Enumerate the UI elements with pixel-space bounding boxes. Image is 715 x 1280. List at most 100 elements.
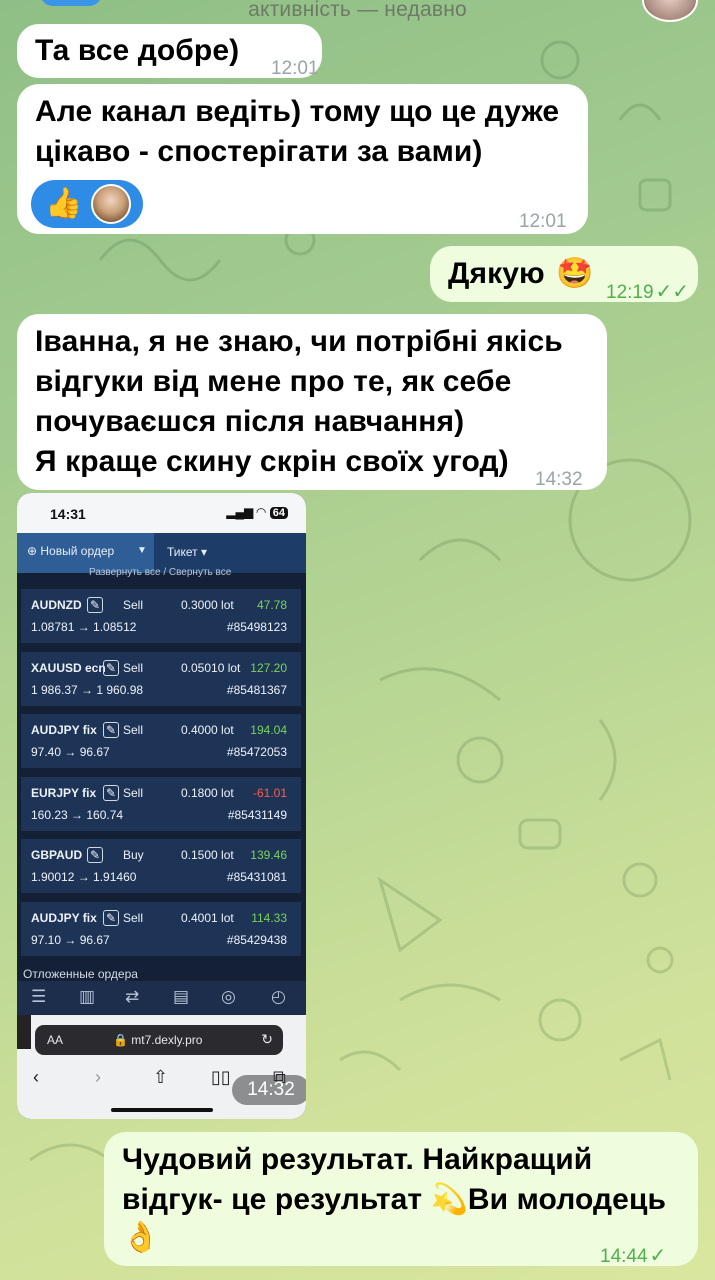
message-text-line: Але канал ведіть) тому що це дуже [35, 95, 560, 128]
home-indicator [111, 1108, 213, 1112]
list-icon[interactable]: ☰ [31, 987, 46, 1007]
profile-icon[interactable]: ◎ [221, 987, 236, 1007]
orders-list: Развернуть все / Свернуть все AUDNZD ✎ Sel… [17, 567, 306, 981]
chat-header: активність — недавно [0, 0, 715, 26]
ticket-dropdown[interactable]: Тикет ▾ [167, 545, 207, 559]
order-price: 1 986.37 → 1 960.98 [31, 682, 144, 697]
order-ticket: #85429438 [226, 932, 287, 947]
battery-level: 64 [269, 507, 288, 519]
order-side: Sell [123, 598, 144, 612]
message-outgoing[interactable]: Чудовий результат. Найкращий відгук- це … [104, 1132, 698, 1267]
image-message[interactable]: 14:31 ▂▄▆ ◠ 64 ⊕ Новый ордер ▼ Тикет ▾ Ра… [17, 493, 306, 1119]
order-side: Sell [123, 723, 144, 737]
order-pnl: -61.01 [252, 785, 287, 800]
message-time: 12:19 ✓✓ [606, 272, 689, 313]
edit-icon[interactable]: ✎ [103, 659, 120, 676]
order-symbol: AUDJPY fix [31, 723, 97, 737]
order-price: 97.40 → 96.67 [31, 745, 110, 759]
order-symbol: EURJPY fix [31, 785, 97, 800]
order-price: 1.08781 → 1.08512 [31, 620, 137, 634]
order-lot: 0.05010 lot [181, 660, 241, 675]
message-time-value: 14:44 [600, 1246, 648, 1267]
message-text: Дякую [448, 257, 545, 290]
order-symbol: AUDJPY fix [31, 910, 97, 925]
order-row[interactable]: AUDJPY fix ✎ Sell 0.4001 lot 114.33 97.10 → 9… [21, 901, 301, 956]
phone-clock: 14:31 [50, 506, 86, 522]
url-bar[interactable]: AA 🔒 mt7.dexly.pro ↻ [35, 1025, 283, 1055]
order-row[interactable]: EURJPY fix ✎ Sell 0.1800 lot -61.01 160.23 → … [21, 776, 301, 831]
message-time: 14:32 [535, 469, 583, 490]
url-bar-edge [17, 1015, 31, 1049]
order-ticket: #85472053 [226, 745, 287, 759]
message-text-segment: Ви молодець [467, 1183, 667, 1216]
order-symbol: GBPAUD [31, 848, 83, 862]
message-outgoing[interactable]: Дякую 🤩 12:19 ✓✓ [430, 246, 698, 303]
order-ticket: #85498123 [226, 620, 287, 634]
text-size-button[interactable]: AA [47, 1033, 63, 1047]
message-text-line: відгук- це результат 💫Ви молодець [122, 1180, 666, 1220]
order-row[interactable]: AUDNZD ✎ Sell 0.3000 lot 47.78 1.08781 → 1.08… [21, 589, 301, 643]
message-time-value: 12:19 [606, 282, 654, 303]
message-text-line: Чудовий результат. Найкращий [122, 1143, 593, 1176]
wallet-icon[interactable]: ▤ [173, 987, 189, 1007]
gauge-icon[interactable]: ◴ [271, 987, 286, 1007]
chart-icon[interactable]: ▥ [79, 987, 95, 1007]
order-ticket: #85481367 [226, 682, 287, 697]
trading-bottom-nav: ☰ ▥ ⇄ ▤ ◎ ◴ [17, 981, 306, 1015]
message-incoming[interactable]: Та все добре) 12:01 [17, 24, 322, 79]
message-time: 12:01 [271, 58, 319, 79]
url-value: mt7.dexly.pro [131, 1033, 203, 1047]
forward-icon[interactable]: › [95, 1067, 101, 1088]
edit-icon[interactable]: ✎ [87, 597, 104, 613]
contact-status: активність — недавно [248, 0, 467, 21]
ticket-label: Тикет [167, 545, 198, 559]
new-order-label: Новый ордер [40, 544, 115, 558]
order-symbol: XAUUSD ecn [31, 660, 106, 675]
order-lot: 0.1500 lot [181, 848, 234, 862]
order-side: Sell [123, 910, 144, 925]
reload-icon[interactable]: ↻ [261, 1031, 273, 1048]
order-ticket: #85431081 [226, 870, 287, 884]
order-ticket: #85431149 [227, 807, 287, 822]
expand-collapse-link[interactable]: Развернуть все / Свернуть все [89, 567, 231, 578]
order-lot: 0.4000 lot [181, 723, 234, 737]
chevron-down-icon[interactable]: ▼ [137, 545, 147, 556]
message-time: 12:01 [519, 211, 567, 232]
message-text: Та все добре) [35, 34, 240, 67]
reaction-pill[interactable]: 👍 [31, 180, 143, 228]
order-pnl: 127.20 [250, 660, 287, 675]
pending-orders-label: Отложенные ордера [23, 967, 138, 981]
order-price: 97.10 → 96.67 [31, 932, 110, 947]
order-row[interactable]: GBPAUD ✎ Buy 0.1500 lot 139.46 1.90012 → 1.91… [21, 839, 301, 893]
bookmarks-icon[interactable]: ▯▯ [211, 1067, 231, 1088]
message-text-line: почуваєшся після навчання) [35, 405, 465, 438]
order-pnl: 139.46 [250, 848, 287, 862]
order-pnl: 194.04 [250, 723, 287, 737]
double-check-icon: ✓✓ [655, 281, 690, 303]
ok-hand-emoji-icon: 👌 [122, 1221, 160, 1254]
order-lot: 0.4001 lot [181, 910, 234, 925]
message-text-line: відгуки від мене про те, як себе [35, 365, 512, 398]
edit-icon[interactable]: ✎ [103, 722, 120, 738]
order-lot: 0.1800 lot [181, 785, 234, 800]
order-side: Sell [123, 660, 144, 675]
thumbs-up-icon: 👍 [45, 187, 83, 220]
order-price: 1.90012 → 1.91460 [31, 870, 137, 884]
edit-icon[interactable]: ✎ [103, 784, 120, 801]
back-icon[interactable]: ‹ [33, 1067, 39, 1088]
message-text-line: Іванна, я не знаю, чи потрібні якісь [35, 325, 563, 358]
message-incoming[interactable]: Іванна, я не знаю, чи потрібні якісь від… [17, 314, 607, 490]
message-text-segment: відгук- це результат [122, 1183, 423, 1216]
currency-exchange-icon[interactable]: ⇄ [125, 987, 139, 1007]
order-row[interactable]: XAUUSD ecn ✎ Sell 0.05010 lot 127.20 1 986.37… [21, 651, 301, 706]
check-icon: ✓ [649, 1245, 667, 1267]
edit-icon[interactable]: ✎ [87, 847, 104, 863]
order-row[interactable]: AUDJPY fix ✎ Sell 0.4000 lot 194.04 97.40 → 9… [21, 714, 301, 768]
order-lot: 0.3000 lot [181, 598, 234, 612]
phone-status-bar: 14:31 ▂▄▆ ◠ 64 [17, 493, 306, 533]
edit-icon[interactable]: ✎ [103, 909, 120, 926]
share-icon[interactable]: ⇧ [153, 1067, 168, 1088]
message-incoming[interactable]: Але канал ведіть) тому що це дуже цікаво… [17, 84, 588, 234]
order-side: Sell [123, 785, 144, 800]
order-pnl: 47.78 [256, 598, 287, 612]
